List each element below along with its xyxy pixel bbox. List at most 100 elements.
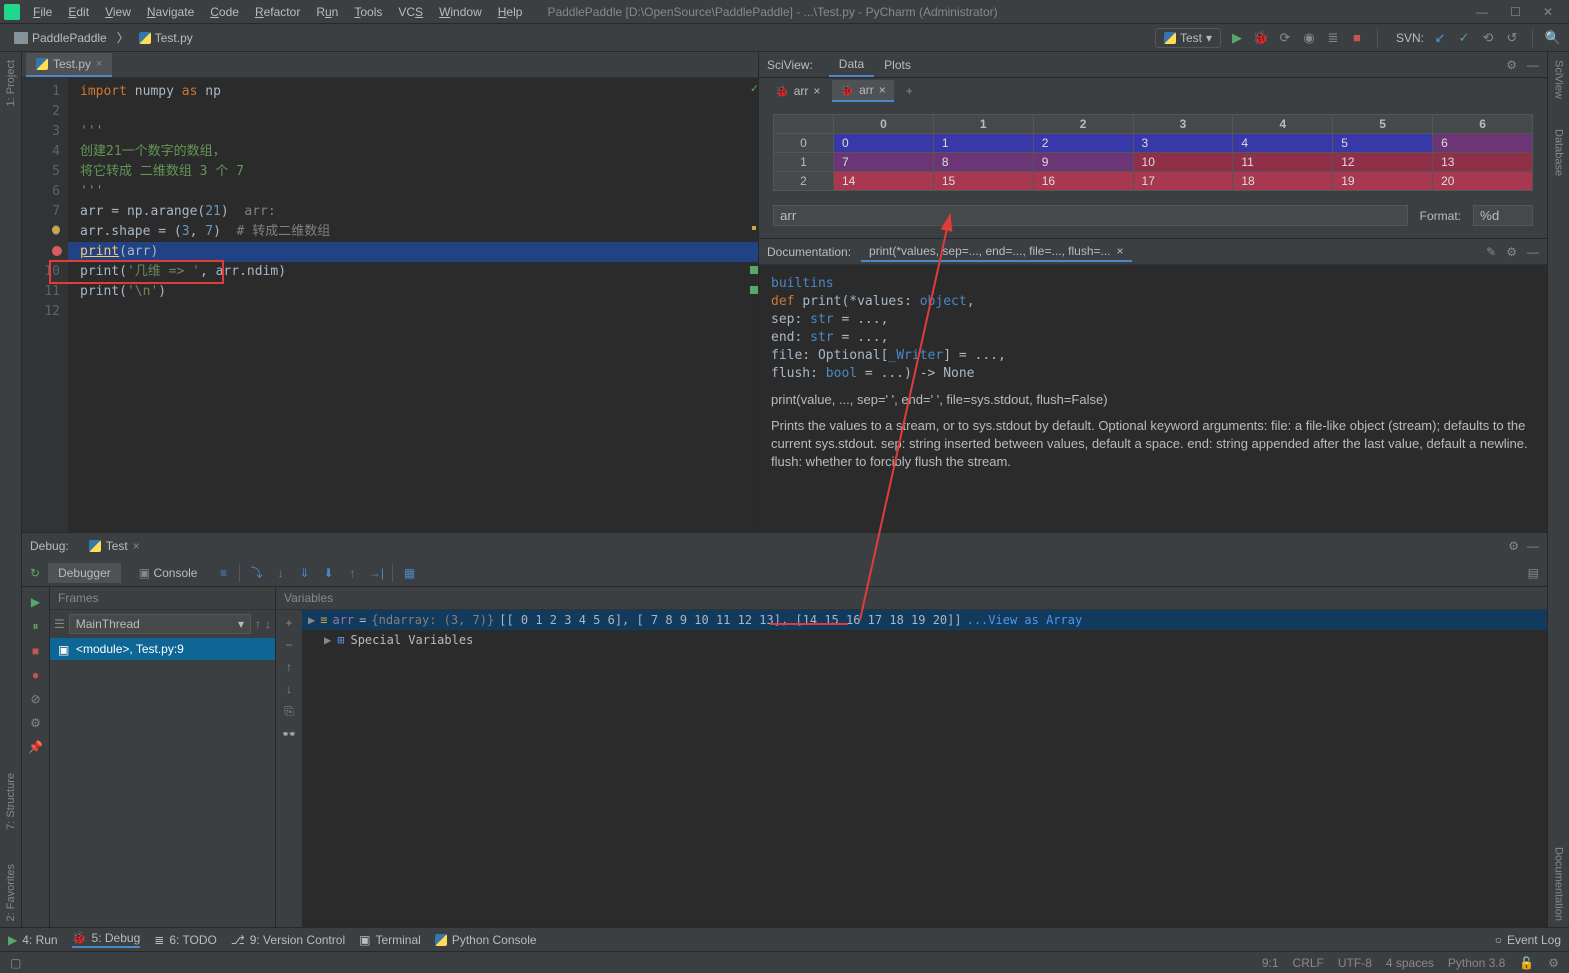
close-icon[interactable]: × [813, 84, 820, 98]
step-into-button[interactable]: ↓ [272, 566, 288, 580]
add-tab-button[interactable]: + [906, 84, 913, 98]
copy-button[interactable]: ⎘ [284, 704, 294, 719]
sciview-tab-plots[interactable]: Plots [874, 54, 921, 76]
hide-icon[interactable]: — [1527, 245, 1539, 259]
sciview-tool-button[interactable]: SciView [1553, 60, 1565, 99]
data-tab-arr-2[interactable]: 🐞 arr × [832, 80, 893, 102]
resume-button[interactable]: ▶ [31, 595, 40, 609]
variables-tree[interactable]: ▶ ≡ arr = {ndarray: (3, 7)} [[ 0 1 2 3 4… [302, 610, 1547, 951]
menu-code[interactable]: Code [203, 3, 246, 21]
crumb-file[interactable]: Test.py [133, 29, 199, 47]
code-area[interactable]: 123456789101112 import numpy as np ''' 创… [22, 78, 758, 532]
mute-breakpoints-button[interactable]: ⊘ [30, 692, 40, 706]
encoding[interactable]: UTF-8 [1338, 956, 1372, 970]
step-into-my-button[interactable]: ⇓ [296, 566, 312, 580]
evaluate-button[interactable]: ▦ [401, 566, 417, 580]
menu-run[interactable]: Run [309, 3, 345, 21]
menu-vcs[interactable]: VCS [391, 3, 430, 21]
editor-gutter[interactable]: 123456789101112 [22, 78, 68, 532]
vcs-tool-button[interactable]: ⎇9: Version Control [231, 933, 345, 947]
close-icon[interactable]: × [133, 539, 140, 553]
sciview-tab-data[interactable]: Data [829, 53, 874, 77]
gear-icon[interactable]: ⚙ [1506, 245, 1517, 259]
pyconsole-tool-button[interactable]: Python Console [435, 933, 537, 947]
menu-help[interactable]: Help [491, 3, 530, 21]
frame-row[interactable]: ▣ <module>, Test.py:9 [50, 638, 275, 660]
readonly-icon[interactable]: 🔓 [1519, 956, 1534, 970]
add-watch-button[interactable]: + [285, 616, 292, 630]
next-frame-button[interactable]: ↓ [265, 617, 271, 631]
indent[interactable]: 4 spaces [1386, 956, 1434, 970]
menu-tools[interactable]: Tools [347, 3, 389, 21]
breakpoint-icon[interactable] [52, 246, 62, 256]
up-button[interactable]: ↑ [286, 660, 292, 674]
close-icon[interactable]: × [1117, 244, 1124, 258]
debug-tool-button[interactable]: 🐞5: Debug [72, 931, 141, 948]
settings-icon[interactable]: ≡ [215, 566, 231, 580]
menu-file[interactable]: File [26, 3, 59, 21]
debug-button[interactable]: 🐞 [1253, 30, 1269, 46]
hide-icon[interactable]: — [1527, 539, 1539, 553]
code-lines[interactable]: import numpy as np ''' 创建21一个数字的数组， 将它转成… [68, 78, 758, 532]
menu-view[interactable]: View [98, 3, 138, 21]
search-button[interactable]: 🔍 [1545, 30, 1561, 46]
run-tool-button[interactable]: ▶4: Run [8, 933, 58, 947]
pause-button[interactable]: ⏸ [32, 619, 38, 634]
menu-refactor[interactable]: Refactor [248, 3, 307, 21]
thread-dropdown[interactable]: MainThread ▾ [69, 614, 251, 634]
gear-icon[interactable]: ⚙ [1506, 58, 1517, 72]
close-button[interactable]: ✕ [1543, 5, 1553, 19]
line-sep[interactable]: CRLF [1293, 956, 1324, 970]
memory-icon[interactable]: ⚙ [1548, 956, 1559, 970]
close-icon[interactable]: × [879, 83, 886, 97]
pin-button[interactable]: 📌 [28, 740, 43, 754]
todo-tool-button[interactable]: ≣6: TODO [154, 933, 217, 947]
coverage-button[interactable]: ⟳ [1277, 30, 1293, 46]
editor-tab-test[interactable]: Test.py × [26, 53, 112, 77]
menu-navigate[interactable]: Navigate [140, 3, 201, 21]
vcs-commit-button[interactable]: ✓ [1456, 30, 1472, 46]
menu-window[interactable]: Window [432, 3, 489, 21]
step-over-button[interactable]: ⤵ [248, 564, 264, 581]
stop-button[interactable]: ■ [32, 644, 39, 658]
console-tab[interactable]: ▣ Console [129, 563, 208, 583]
force-step-button[interactable]: ⬇ [320, 566, 336, 580]
structure-tool-button[interactable]: 7: Structure [5, 773, 17, 830]
stop-button[interactable]: ■ [1349, 30, 1365, 46]
layout-button[interactable]: ▤ [1528, 566, 1539, 580]
menu-edit[interactable]: Edit [61, 3, 96, 21]
database-tool-button[interactable]: Database [1553, 129, 1565, 176]
documentation-tool-button[interactable]: Documentation [1553, 847, 1565, 921]
hide-icon[interactable]: — [1527, 58, 1539, 72]
maximize-button[interactable]: ☐ [1510, 5, 1521, 19]
down-button[interactable]: ↓ [286, 682, 292, 696]
edit-icon[interactable]: ✎ [1486, 245, 1496, 259]
status-icon[interactable]: ▢ [10, 956, 21, 970]
profile-button[interactable]: ◉ [1301, 30, 1317, 46]
data-tab-arr-1[interactable]: 🐞 arr × [767, 81, 828, 101]
watches-button[interactable]: 👓 [282, 727, 297, 741]
debugger-tab[interactable]: Debugger [48, 563, 121, 583]
cursor-pos[interactable]: 9:1 [1262, 956, 1279, 970]
view-as-array-link[interactable]: ...View as Array [967, 613, 1083, 627]
run-button[interactable]: ▶ [1229, 30, 1245, 46]
view-breakpoints-button[interactable]: ● [32, 668, 39, 682]
project-tool-button[interactable]: 1: Project [5, 60, 17, 106]
inspection-ok-icon[interactable]: ✓ [751, 78, 758, 98]
gear-icon[interactable]: ⚙ [1508, 539, 1519, 553]
crumb-project[interactable]: PaddlePaddle [8, 29, 113, 47]
array-table[interactable]: 0123456 00123456 178910111213 2141516171… [773, 114, 1533, 191]
run-config-dropdown[interactable]: Test ▾ [1155, 28, 1221, 48]
terminal-tool-button[interactable]: ▣Terminal [359, 933, 421, 947]
var-special[interactable]: ▶ ⊞ Special Variables [302, 630, 1547, 650]
vcs-revert-button[interactable]: ↺ [1504, 30, 1520, 46]
settings-button[interactable]: ⚙ [30, 716, 41, 730]
format-input[interactable] [1473, 205, 1533, 226]
warning-marker[interactable] [752, 226, 756, 230]
vcs-update-button[interactable]: ↙ [1432, 30, 1448, 46]
array-expression-input[interactable] [773, 205, 1408, 226]
debug-config-tab[interactable]: Test × [81, 537, 148, 555]
remove-watch-button[interactable]: − [285, 638, 292, 652]
minimize-button[interactable]: — [1476, 5, 1488, 19]
rerun-button[interactable]: ↻ [30, 566, 40, 580]
